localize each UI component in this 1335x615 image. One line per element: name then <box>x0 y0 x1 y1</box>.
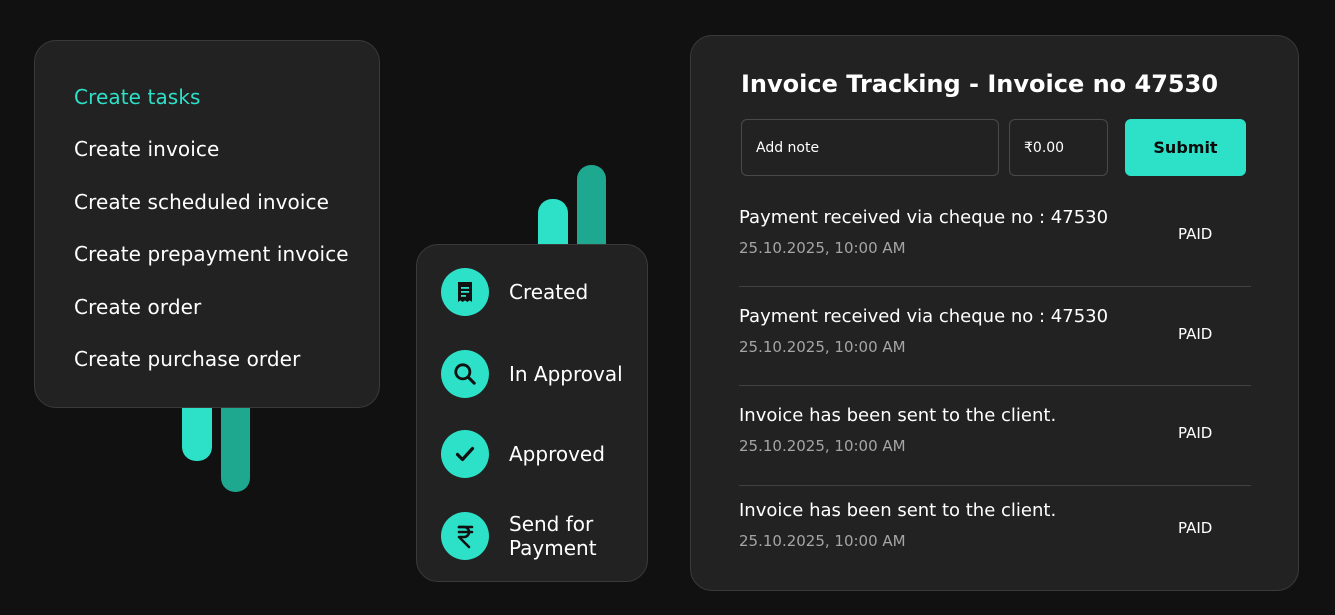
add-note-input[interactable] <box>741 119 999 176</box>
menu-item-create-prepayment-invoice[interactable]: Create prepayment invoice <box>35 228 379 280</box>
tracking-entry: Invoice has been sent to the client. 25.… <box>739 500 1251 550</box>
status-step-approved: Approved <box>441 430 605 478</box>
stage: Create tasks Create invoice Create sched… <box>0 0 1335 615</box>
create-menu-card: Create tasks Create invoice Create sched… <box>34 40 380 408</box>
entry-status-badge: PAID <box>1178 424 1213 442</box>
entry-status-badge: PAID <box>1178 225 1213 243</box>
entry-timestamp: 25.10.2025, 10:00 AM <box>739 532 906 550</box>
invoice-status-card: Created In Approval Approved Send for Pa… <box>416 244 648 582</box>
entry-timestamp: 25.10.2025, 10:00 AM <box>739 338 906 356</box>
entry-timestamp: 25.10.2025, 10:00 AM <box>739 239 906 257</box>
status-step-send-for-payment: Send for Payment <box>441 512 619 560</box>
invoice-tracking-card: Invoice Tracking - Invoice no 47530 Subm… <box>690 35 1299 591</box>
submit-button[interactable]: Submit <box>1125 119 1246 176</box>
tracking-entry: Invoice has been sent to the client. 25.… <box>739 405 1251 455</box>
entry-description: Invoice has been sent to the client. <box>739 405 1057 426</box>
entry-description: Payment received via cheque no : 47530 <box>739 207 1109 228</box>
entry-divider <box>739 485 1251 486</box>
entry-timestamp: 25.10.2025, 10:00 AM <box>739 437 906 455</box>
search-icon <box>441 350 489 398</box>
amount-input[interactable] <box>1009 119 1108 176</box>
menu-item-create-purchase-order[interactable]: Create purchase order <box>35 333 379 385</box>
status-label-approved: Approved <box>509 442 605 466</box>
tracking-entry: Payment received via cheque no : 47530 2… <box>739 306 1251 356</box>
entry-divider <box>739 385 1251 386</box>
status-label-in-approval: In Approval <box>509 362 623 386</box>
rupee-icon <box>441 512 489 560</box>
entry-description: Invoice has been sent to the client. <box>739 500 1057 521</box>
invoice-tracking-title: Invoice Tracking - Invoice no 47530 <box>741 70 1219 98</box>
status-step-created: Created <box>441 268 588 316</box>
receipt-icon <box>441 268 489 316</box>
menu-item-create-scheduled-invoice[interactable]: Create scheduled invoice <box>35 176 379 228</box>
status-step-in-approval: In Approval <box>441 350 623 398</box>
tracking-entry: Payment received via cheque no : 47530 2… <box>739 207 1251 257</box>
checkmark-icon <box>441 430 489 478</box>
entry-description: Payment received via cheque no : 47530 <box>739 306 1109 327</box>
status-label-created: Created <box>509 280 589 304</box>
status-label-send-for-payment: Send for Payment <box>509 512 597 560</box>
menu-item-create-invoice[interactable]: Create invoice <box>35 123 379 175</box>
entry-divider <box>739 286 1251 287</box>
menu-item-create-tasks[interactable]: Create tasks <box>35 71 379 123</box>
entry-status-badge: PAID <box>1178 325 1213 343</box>
entry-status-badge: PAID <box>1178 519 1213 537</box>
menu-item-create-order[interactable]: Create order <box>35 281 379 333</box>
